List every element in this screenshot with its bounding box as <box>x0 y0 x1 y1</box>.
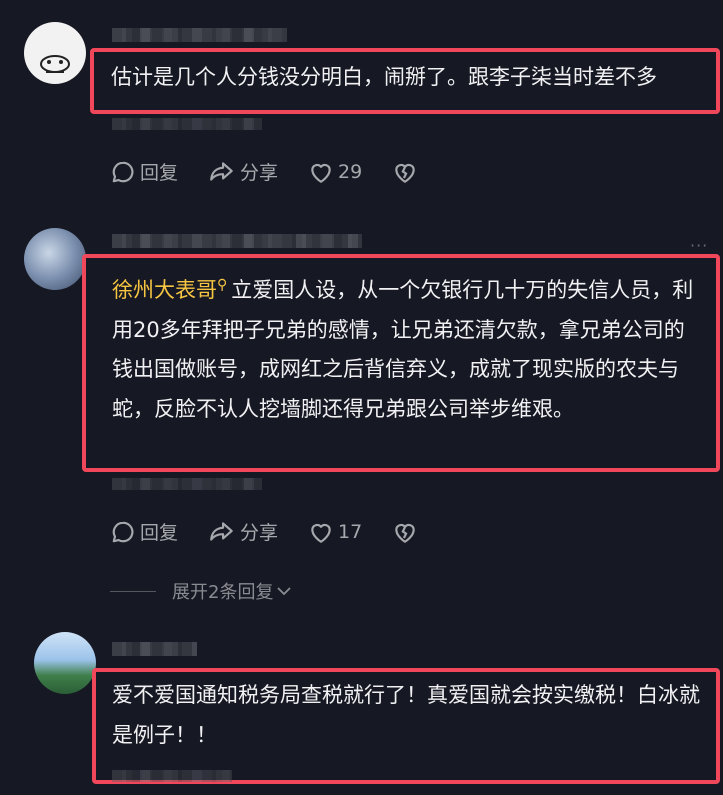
share-icon <box>210 521 233 541</box>
search-icon: ⚲ <box>217 277 228 293</box>
expand-replies-label: 展开2条回复 <box>172 582 274 603</box>
heart-icon <box>311 523 331 543</box>
comment-text-box: 徐州大表哥⚲ 立爱国人设，从一个欠银行几十万的失信人员，利用20多年拜把子兄弟的感… <box>82 254 720 472</box>
like-button[interactable]: 29 <box>308 160 362 184</box>
avatar[interactable] <box>24 22 86 84</box>
comment-actions: 回复 分享 17 <box>110 518 452 545</box>
comment-1: 估计是几个人分钱没分明白，闹掰了。跟李子柒当时差不多 回复 分享 29 <box>0 0 723 200</box>
avatar-face-icon <box>40 55 70 73</box>
more-options-icon[interactable]: ··· <box>690 236 708 255</box>
share-button[interactable]: 分享 <box>208 158 278 185</box>
expand-replies-button[interactable]: 展开2条回复 <box>110 578 293 604</box>
comment-actions: 回复 分享 29 <box>110 158 452 185</box>
username-blurred[interactable] <box>112 642 197 656</box>
share-button[interactable]: 分享 <box>208 518 278 545</box>
reply-button[interactable]: 回复 <box>110 158 178 185</box>
comment-text-box: 爱不爱国通知税务局查税就行了！真爱国就会按实缴税！白冰就是例子！！ <box>92 668 720 784</box>
mention-user[interactable]: 徐州大表哥 <box>112 278 217 302</box>
reply-label: 回复 <box>140 522 179 544</box>
comment-text-wrap: 徐州大表哥⚲ 立爱国人设，从一个欠银行几十万的失信人员，利用20多年拜把子兄弟的感… <box>112 266 704 429</box>
share-icon <box>210 161 233 181</box>
reply-icon <box>112 521 134 542</box>
chevron-down-icon <box>277 587 292 596</box>
dislike-button[interactable] <box>392 160 422 184</box>
avatar[interactable] <box>24 228 86 290</box>
avatar[interactable] <box>34 632 96 694</box>
username-blurred[interactable] <box>112 28 287 42</box>
comment-text: 爱不爱国通知税务局查税就行了！真爱国就会按实缴税！白冰就是例子！！ <box>112 683 700 747</box>
timestamp-blurred <box>112 770 232 782</box>
share-label: 分享 <box>240 522 279 544</box>
timestamp-blurred <box>112 118 262 130</box>
like-count: 29 <box>338 160 363 183</box>
share-label: 分享 <box>240 162 279 184</box>
broken-heart-icon <box>395 163 415 183</box>
timestamp-blurred <box>112 478 262 490</box>
like-count: 17 <box>338 520 363 543</box>
username-blurred[interactable] <box>112 234 362 248</box>
comment-text-box: 估计是几个人分钱没分明白，闹掰了。跟李子柒当时差不多 <box>90 48 720 114</box>
heart-icon <box>311 163 331 183</box>
reply-button[interactable]: 回复 <box>110 518 178 545</box>
comment-text: 估计是几个人分钱没分明白，闹掰了。跟李子柒当时差不多 <box>111 65 657 89</box>
comment-2: ··· 徐州大表哥⚲ 立爱国人设，从一个欠银行几十万的失信人员，利用20多年拜把子… <box>0 200 723 620</box>
divider <box>110 590 156 592</box>
reply-icon <box>112 161 134 182</box>
like-button[interactable]: 17 <box>308 520 362 544</box>
comment-3: 爱不爱国通知税务局查税就行了！真爱国就会按实缴税！白冰就是例子！！ <box>0 620 723 795</box>
dislike-button[interactable] <box>392 520 422 544</box>
reply-label: 回复 <box>140 162 179 184</box>
broken-heart-icon <box>395 523 415 543</box>
